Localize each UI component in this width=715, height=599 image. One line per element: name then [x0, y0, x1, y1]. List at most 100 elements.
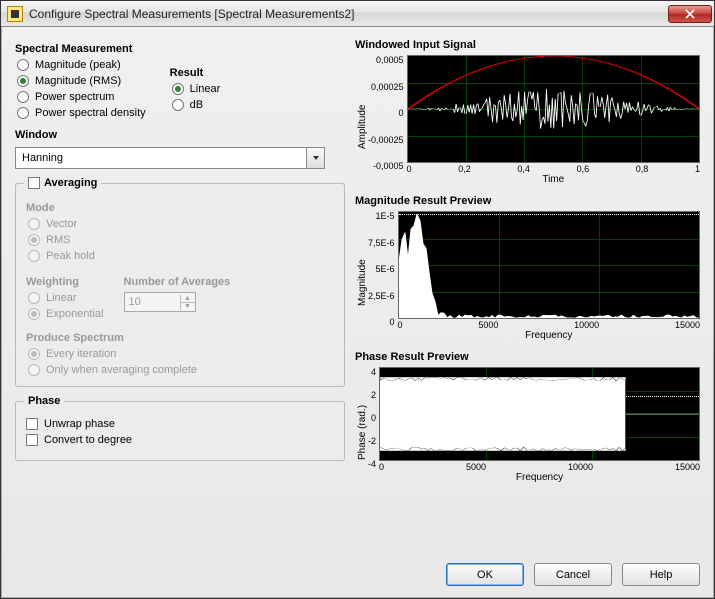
radio-weighting-exponential: Exponential: [28, 308, 104, 320]
chart-magnitude-preview: Magnitude Result Preview Magnitude 1E-5 …: [355, 193, 700, 341]
x-axis-label: Time: [407, 174, 700, 185]
radio-power-spectral-density[interactable]: Power spectral density: [17, 107, 146, 119]
x-axis-label: Frequency: [379, 472, 700, 483]
window-select-value: Hanning: [22, 152, 63, 164]
check-convert-degree[interactable]: Convert to degree: [26, 434, 334, 446]
chart-phase-preview: Phase Result Preview Phase (rad.) 4 2 0 …: [355, 349, 700, 483]
radio-magnitude-rms[interactable]: Magnitude (RMS): [17, 75, 146, 87]
xtick: 15000: [675, 320, 700, 330]
xtick: 0,2: [458, 164, 471, 174]
measurement-type-group: Magnitude (peak) Magnitude (RMS) Power s…: [17, 59, 146, 119]
x-axis-ticks: 0 5000 10000 15000: [398, 319, 700, 330]
radio-icon: [28, 218, 40, 230]
checkbox-icon: [26, 434, 38, 446]
radio-label: Power spectral density: [35, 107, 146, 119]
num-averages-input: 10 ▲ ▼: [124, 292, 196, 312]
num-averages-group: Number of Averages 10 ▲ ▼: [124, 270, 231, 320]
radio-icon: [17, 59, 29, 71]
radio-icon: [28, 292, 40, 304]
x-axis-label: Frequency: [398, 330, 700, 341]
check-label: Unwrap phase: [44, 418, 115, 430]
radio-icon: [17, 107, 29, 119]
mode-heading: Mode: [26, 202, 334, 214]
dropdown-button[interactable]: [306, 148, 324, 168]
radio-result-db[interactable]: dB: [172, 99, 221, 111]
y-axis-ticks: 0,0005 0,00025 0 -0,00025 -0,0005: [368, 55, 407, 185]
xtick: 0,6: [577, 164, 590, 174]
spinner-down-icon: ▼: [181, 303, 195, 310]
radio-label: Linear: [190, 83, 221, 95]
check-unwrap-phase[interactable]: Unwrap phase: [26, 418, 334, 430]
xtick: 0: [398, 320, 403, 330]
plot-svg: [380, 368, 699, 460]
button-label: Help: [650, 569, 673, 581]
radio-label: Magnitude (peak): [35, 59, 121, 71]
radio-icon: [28, 308, 40, 320]
radio-label: Only when averaging complete: [46, 364, 197, 376]
ytick: 0: [371, 413, 376, 423]
spinner: ▲ ▼: [180, 295, 195, 310]
xtick: 10000: [574, 320, 599, 330]
averaging-check[interactable]: Averaging: [24, 177, 101, 189]
weighting-heading: Weighting: [26, 276, 104, 288]
ytick: -4: [368, 459, 376, 469]
radio-produce-only-complete: Only when averaging complete: [28, 364, 334, 376]
button-label: Cancel: [556, 569, 590, 581]
y-axis-label: Amplitude: [355, 55, 368, 185]
window-select[interactable]: Hanning: [15, 147, 325, 169]
radio-icon: [28, 234, 40, 246]
xtick: 0,8: [636, 164, 649, 174]
radio-label: dB: [190, 99, 203, 111]
radio-label: Power spectrum: [35, 91, 114, 103]
radio-weighting-linear: Linear: [28, 292, 104, 304]
help-button[interactable]: Help: [622, 563, 700, 586]
radio-label: Exponential: [46, 308, 104, 320]
chart-title: Windowed Input Signal: [355, 39, 700, 51]
close-button[interactable]: [668, 5, 712, 23]
ok-button[interactable]: OK: [446, 563, 524, 586]
close-icon: [685, 9, 695, 19]
num-averages-value: 10: [125, 296, 180, 308]
averaging-frame: Averaging Mode Vector RMS Peak hold: [15, 183, 345, 387]
titlebar: Configure Spectral Measurements [Spectra…: [1, 1, 714, 27]
window-title: Configure Spectral Measurements [Spectra…: [29, 7, 668, 21]
chart-title: Magnitude Result Preview: [355, 195, 700, 207]
ytick: -2: [368, 436, 376, 446]
x-axis-ticks: 0 0,2 0,4 0,6 0,8 1: [407, 163, 700, 174]
ytick: 2,5E-6: [368, 291, 395, 301]
ytick: 0: [390, 317, 395, 327]
chart-windowed-input: Windowed Input Signal Amplitude 0,0005 0…: [355, 37, 700, 185]
left-column: Spectral Measurement Magnitude (peak) Ma…: [15, 37, 345, 553]
phase-frame: Phase Unwrap phase Convert to degree: [15, 401, 345, 461]
y-axis-ticks: 4 2 0 -2 -4: [368, 367, 379, 483]
x-axis-ticks: 0 5000 10000 15000: [379, 461, 700, 472]
radio-power-spectrum[interactable]: Power spectrum: [17, 91, 146, 103]
plot-area: [379, 367, 700, 461]
y-axis-label: Magnitude: [355, 211, 368, 341]
radio-icon: [17, 91, 29, 103]
footer-buttons: OK Cancel Help: [1, 553, 714, 598]
spectral-options-row: Magnitude (peak) Magnitude (RMS) Power s…: [15, 59, 345, 119]
radio-icon: [28, 364, 40, 376]
weighting-group: Weighting Linear Exponential: [26, 270, 104, 320]
num-averages-heading: Number of Averages: [124, 276, 231, 288]
radio-produce-every: Every iteration: [28, 348, 334, 360]
content-area: Spectral Measurement Magnitude (peak) Ma…: [1, 27, 714, 553]
cancel-button[interactable]: Cancel: [534, 563, 612, 586]
plot-svg: [399, 212, 699, 318]
window-heading: Window: [15, 129, 345, 141]
radio-icon: [28, 348, 40, 360]
ytick: -0,0005: [373, 161, 404, 171]
radio-magnitude-peak[interactable]: Magnitude (peak): [17, 59, 146, 71]
radio-result-linear[interactable]: Linear: [172, 83, 221, 95]
plot-svg: [408, 56, 699, 162]
ytick: 2: [371, 390, 376, 400]
y-axis-label: Phase (rad.): [355, 367, 368, 483]
result-heading: Result: [170, 67, 221, 79]
checkbox-icon: [26, 418, 38, 430]
checkbox-icon: [28, 177, 40, 189]
xtick: 0: [379, 462, 384, 472]
plot-area: [398, 211, 700, 319]
ytick: 7,5E-6: [368, 238, 395, 248]
averaging-label: Averaging: [44, 177, 97, 189]
